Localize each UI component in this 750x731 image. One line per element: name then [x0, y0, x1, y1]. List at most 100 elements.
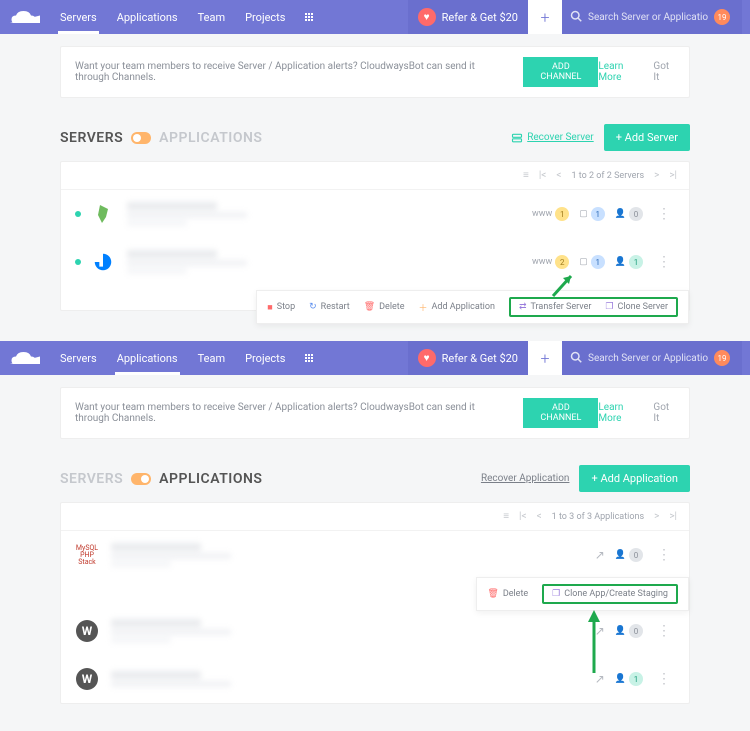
wordpress-icon: W	[75, 619, 99, 643]
search-box[interactable]: 19	[562, 0, 742, 34]
row-menu-icon[interactable]: ⋮	[653, 624, 675, 638]
row-menu-icon[interactable]: ⋮	[653, 255, 675, 269]
www-badge[interactable]: www2	[532, 255, 569, 269]
logo[interactable]	[8, 348, 42, 368]
search-box[interactable]: 19	[562, 341, 742, 375]
nav-projects[interactable]: Projects	[237, 341, 293, 375]
refer-button[interactable]: ♥ Refer & Get $20	[408, 341, 528, 375]
wordpress-icon: W	[75, 667, 99, 691]
alert-text: Want your team members to receive Server…	[75, 61, 511, 83]
clone-server-action[interactable]: ❐Clone Server	[605, 302, 668, 312]
row-menu-icon[interactable]: ⋮	[653, 672, 675, 686]
notification-badge[interactable]: 19	[714, 9, 730, 25]
applications-tab[interactable]: APPLICATIONS	[159, 471, 262, 487]
add-application-action[interactable]: ＋Add Application	[419, 301, 495, 314]
users-badge[interactable]: 👤1	[615, 255, 643, 269]
users-badge[interactable]: 👤0	[615, 207, 643, 221]
recover-server-link[interactable]: Recover Server	[511, 132, 593, 144]
add-server-button[interactable]: Add Server	[604, 124, 690, 151]
transfer-server-action[interactable]: ⇄Transfer Server	[519, 302, 591, 312]
users-badge[interactable]: 👤1	[615, 672, 643, 686]
add-application-button[interactable]: Add Application	[579, 465, 690, 492]
external-link-icon[interactable]: ↗	[595, 548, 605, 562]
users-badge[interactable]: 👤0	[615, 624, 643, 638]
search-input[interactable]	[588, 353, 708, 364]
server-details	[127, 202, 247, 226]
sort-icon[interactable]: ≡	[503, 511, 509, 522]
refer-button[interactable]: ♥ Refer & Get $20	[408, 0, 528, 34]
section-head-servers: SERVERS APPLICATIONS Recover Server Add …	[60, 124, 690, 151]
paginator-text: 1 to 3 of 3 Applications	[552, 512, 644, 522]
restart-action[interactable]: ↻Restart	[309, 302, 350, 312]
servers-apps-toggle[interactable]	[131, 473, 151, 485]
server-row[interactable]: www1 ▢1 👤0 ⋮	[61, 190, 689, 238]
apps-badge[interactable]: ▢1	[579, 255, 605, 269]
nav-team[interactable]: Team	[190, 341, 234, 375]
apps-badge[interactable]: ▢1	[579, 207, 605, 221]
delete-action[interactable]: 🗑Delete	[487, 589, 528, 599]
page-first-icon[interactable]: |<	[539, 170, 547, 181]
row-menu-icon[interactable]: ⋮	[653, 207, 675, 221]
applications-tab[interactable]: APPLICATIONS	[159, 130, 262, 146]
add-button[interactable]: +	[528, 0, 562, 34]
users-badge[interactable]: 👤0	[615, 548, 643, 562]
application-row[interactable]: W ↗ 👤1 ⋮	[61, 655, 689, 703]
search-icon	[570, 10, 582, 25]
applications-panel: ≡ |< < 1 to 3 of 3 Applications > >| MyS…	[60, 502, 690, 704]
search-input[interactable]	[588, 12, 708, 23]
nav-applications[interactable]: Applications	[109, 0, 186, 34]
stop-action[interactable]: ■Stop	[267, 302, 295, 313]
servers-tab[interactable]: SERVERS	[60, 471, 123, 487]
recover-application-link[interactable]: Recover Application	[481, 473, 570, 484]
row-menu-icon[interactable]: ⋮	[653, 548, 675, 562]
nav-projects[interactable]: Projects	[237, 0, 293, 34]
alert-bar: Want your team members to receive Server…	[60, 387, 690, 439]
page-last-icon[interactable]: >|	[669, 170, 677, 181]
apps-paginator: ≡ |< < 1 to 3 of 3 Applications > >|	[61, 503, 689, 531]
servers-tab[interactable]: SERVERS	[60, 130, 123, 146]
nav-servers[interactable]: Servers	[52, 341, 105, 375]
apps-grid-icon[interactable]	[297, 0, 321, 34]
page-next-icon[interactable]: >	[654, 170, 659, 181]
apps-grid-icon[interactable]	[297, 341, 321, 375]
add-channel-button[interactable]: ADD CHANNEL	[523, 398, 598, 428]
page-prev-icon[interactable]: <	[537, 511, 542, 522]
page-first-icon[interactable]: |<	[519, 511, 527, 522]
notification-badge[interactable]: 19	[714, 350, 730, 366]
nav-team[interactable]: Team	[190, 0, 234, 34]
external-link-icon[interactable]: ↗	[595, 672, 605, 686]
provider-icon	[91, 202, 115, 226]
logo[interactable]	[8, 7, 42, 27]
delete-action[interactable]: 🗑Delete	[364, 302, 405, 312]
got-it-link[interactable]: Got It	[653, 402, 675, 424]
learn-more-link[interactable]: Learn More	[598, 61, 643, 83]
page-next-icon[interactable]: >	[654, 511, 659, 522]
heart-icon: ♥	[418, 8, 436, 26]
clone-staging-action[interactable]: ❐Clone App/Create Staging	[552, 589, 668, 599]
learn-more-link[interactable]: Learn More	[598, 402, 643, 424]
application-row[interactable]: MySQL PHP Stack ↗ 👤0 ⋮ 🗑Delete ❐Clone Ap…	[61, 531, 689, 607]
search-icon	[570, 351, 582, 366]
nav-applications[interactable]: Applications	[109, 341, 186, 375]
got-it-link[interactable]: Got It	[653, 61, 675, 83]
application-row[interactable]: W ↗ 👤0 ⋮	[61, 607, 689, 655]
servers-paginator: ≡ |< < 1 to 2 of 2 Servers > >|	[61, 162, 689, 190]
nav-servers[interactable]: Servers	[52, 0, 105, 34]
transfer-icon: ⇄	[519, 302, 527, 312]
section-head-apps: SERVERS APPLICATIONS Recover Application…	[60, 465, 690, 492]
stop-icon: ■	[267, 302, 272, 313]
tab-icon: ▢	[579, 209, 588, 219]
app-actions-menu: 🗑Delete ❐Clone App/Create Staging	[476, 577, 689, 611]
servers-apps-toggle[interactable]	[131, 132, 151, 144]
external-link-icon[interactable]: ↗	[595, 624, 605, 638]
server-row[interactable]: www2 ▢1 👤1 ⋮ ■Stop ↻Restart 🗑Delete ＋Add…	[61, 238, 689, 310]
page-prev-icon[interactable]: <	[556, 170, 561, 181]
add-button[interactable]: +	[528, 341, 562, 375]
alert-bar: Want your team members to receive Server…	[60, 46, 690, 98]
sort-icon[interactable]: ≡	[523, 170, 529, 181]
www-badge[interactable]: www1	[532, 207, 569, 221]
highlighted-actions: ❐Clone App/Create Staging	[542, 584, 678, 604]
heart-icon: ♥	[418, 349, 436, 367]
page-last-icon[interactable]: >|	[669, 511, 677, 522]
add-channel-button[interactable]: ADD CHANNEL	[523, 57, 598, 87]
